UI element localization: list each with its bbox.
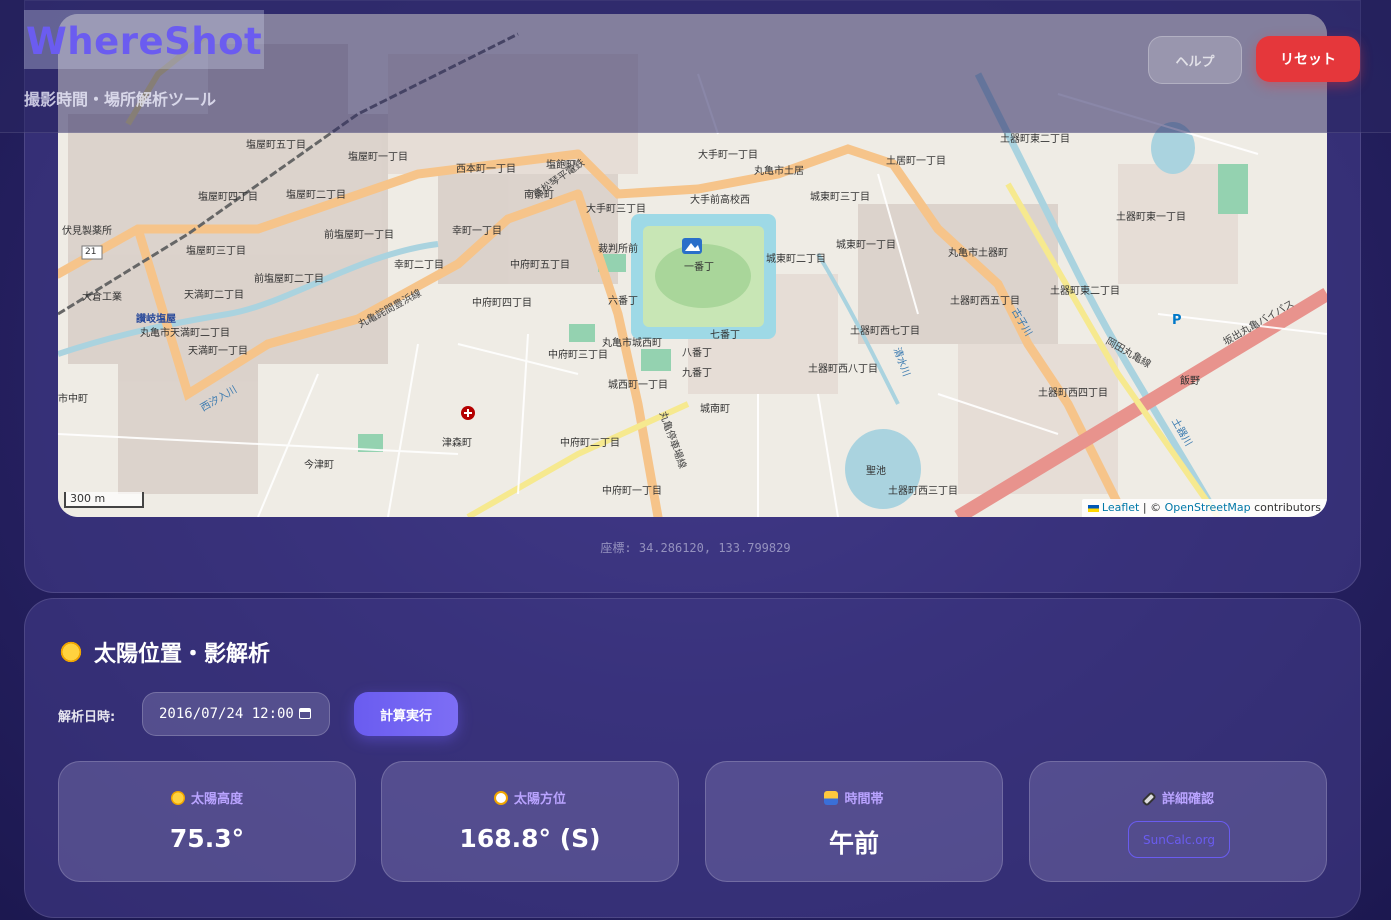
ukraine-flag-icon <box>1087 504 1099 512</box>
map-label: 丸亀市土居 <box>754 166 804 177</box>
svg-text:P: P <box>1172 313 1182 328</box>
map-label: 津森町 <box>442 438 472 449</box>
leaflet-link[interactable]: Leaflet <box>1102 501 1139 514</box>
map-attribution: Leaflet | © OpenStreetMap contributors <box>1081 499 1327 517</box>
map-label: 幸町一丁目 <box>452 226 502 237</box>
map-label: 土器町東一丁目 <box>1116 212 1186 223</box>
attribution-suffix: contributors <box>1250 501 1321 514</box>
map-label: 土器町西三丁目 <box>888 486 958 497</box>
sun-icon <box>58 639 84 665</box>
stat-label: 太陽方位 <box>513 792 566 807</box>
map-label: 大手前高校西 <box>690 195 750 206</box>
map-label: 大手町三丁目 <box>586 204 646 215</box>
map-label: 中府町三丁目 <box>548 350 608 361</box>
stat-label: 時間帯 <box>844 792 884 807</box>
map-label: 城東町二丁目 <box>766 254 826 265</box>
map-label: 土居町一丁目 <box>886 156 946 167</box>
map-label: 土器町西五丁目 <box>950 296 1020 307</box>
map-label: 前塩屋町一丁目 <box>324 230 394 241</box>
map-label: 塩屋町二丁目 <box>286 190 346 201</box>
map-label: 西本町一丁目 <box>456 164 516 175</box>
help-button[interactable]: ヘルプ <box>1148 36 1242 84</box>
stat-value: 午前 <box>828 829 879 858</box>
sun-icon <box>170 790 185 805</box>
map-label: 城西町一丁目 <box>608 380 668 391</box>
map-label: 聖池 <box>866 466 886 477</box>
map-label: 城東町一丁目 <box>836 240 896 251</box>
datetime-value: 2016/07/24 12:00 <box>159 706 294 722</box>
map-label: 天満町二丁目 <box>184 290 244 301</box>
map-label: 塩屋町五丁目 <box>246 140 306 151</box>
map-label: 土器町東二丁目 <box>1050 286 1120 297</box>
reset-button[interactable]: リセット <box>1256 36 1360 82</box>
map-label: 市中町 <box>58 394 88 405</box>
date-label: 解析日時: <box>58 710 116 725</box>
calendar-icon[interactable] <box>299 708 311 719</box>
subtitle: 撮影時間・場所解析ツール <box>24 90 217 109</box>
map-label: 七番丁 <box>710 330 740 341</box>
stat-sun-altitude: 太陽高度 75.3° <box>58 761 356 882</box>
map-label: 土器町西四丁目 <box>1038 388 1108 399</box>
link-icon <box>1141 791 1157 807</box>
route-shield-label: 21 <box>85 247 97 257</box>
sun-section-title: 太陽位置・影解析 <box>58 636 270 668</box>
map-label: 九番丁 <box>682 368 712 379</box>
map-label: 中府町五丁目 <box>510 260 570 271</box>
stat-value: 168.8° (S) <box>459 824 601 853</box>
scale-bar: 300 m <box>64 492 144 508</box>
stat-label: 太陽高度 <box>190 792 243 807</box>
map-label: 裁判所前 <box>598 244 638 255</box>
stat-label: 詳細確認 <box>1161 792 1214 807</box>
map-label: 一番丁 <box>684 262 714 273</box>
map-label: 中府町四丁目 <box>472 298 532 309</box>
map-label: 土器町西八丁目 <box>808 364 878 375</box>
map-label: 丸亀市城西町 <box>602 338 662 349</box>
stat-details: 詳細確認 SunCalc.org <box>1029 761 1327 882</box>
map-label: 城東町三丁目 <box>810 192 870 203</box>
coordinates-readout: 座標: 34.286120, 133.799829 <box>600 541 791 555</box>
sunrise-icon <box>824 790 839 805</box>
map-label: 塩屋町四丁目 <box>198 192 258 203</box>
map-label: 今津町 <box>304 460 334 471</box>
map-label: 城南町 <box>700 404 730 415</box>
map-label: 大手町一丁目 <box>698 150 758 161</box>
sun-title-text: 太陽位置・影解析 <box>94 642 271 667</box>
logo[interactable]: WhereShot <box>24 10 265 69</box>
header: WhereShot 撮影時間・場所解析ツール ヘルプ リセット <box>0 0 1391 133</box>
map-label: 塩屋町一丁目 <box>348 152 408 163</box>
map-label: 中府町一丁目 <box>602 486 662 497</box>
map-label: 中府町二丁目 <box>560 438 620 449</box>
osm-link[interactable]: OpenStreetMap <box>1165 501 1251 514</box>
calculate-button[interactable]: 計算実行 <box>354 692 458 736</box>
map-label: 讃岐塩屋 <box>136 314 176 325</box>
map-label: 土器町西七丁目 <box>850 326 920 337</box>
map-label: 大倉工業 <box>82 292 122 303</box>
map-label: 前塩屋町二丁目 <box>254 274 324 285</box>
map-label: 幸町二丁目 <box>394 260 444 271</box>
stat-value: 75.3° <box>169 824 245 853</box>
map-label: 六番丁 <box>608 296 638 307</box>
map-label: 飯野 <box>1180 376 1200 387</box>
map-label: 八番丁 <box>682 348 712 359</box>
map-label: 伏見製薬所 <box>62 226 112 237</box>
compass-icon <box>493 790 508 805</box>
attribution-sep: | © <box>1139 501 1165 514</box>
suncalc-link[interactable]: SunCalc.org <box>1128 821 1230 858</box>
map-label: 丸亀市土器町 <box>948 248 1008 259</box>
stat-time-of-day: 時間帯 午前 <box>705 761 1003 882</box>
datetime-input[interactable]: 2016/07/24 12:00 <box>142 692 330 736</box>
map-label: 塩屋町三丁目 <box>186 246 246 257</box>
map-label: 丸亀市天満町二丁目 <box>140 328 230 339</box>
stat-sun-azimuth: 太陽方位 168.8° (S) <box>381 761 679 882</box>
map-label: 天満町一丁目 <box>188 346 248 357</box>
